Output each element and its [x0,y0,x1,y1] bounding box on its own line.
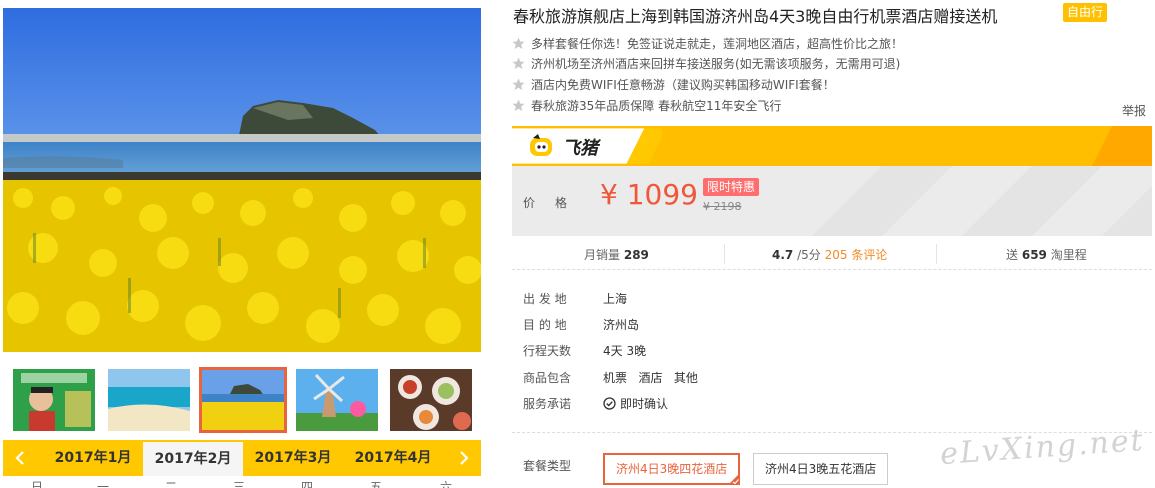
feature-text: 多样套餐任你选！免签证说走就走，莲洞地区酒店，超高性价比之旅！ [531,37,904,51]
next-month-arrow-icon[interactable] [453,447,475,469]
monthly-sales-value: 289 [623,248,649,262]
travel-type-badge: 自由行 [1063,3,1108,22]
miles-suffix: 淘里程 [1050,248,1087,262]
price-label: 价格 [523,196,588,210]
check-circle-icon [603,397,616,410]
departure-calendar: 2017年1月 2017年2月 2017年3月 2017年4月 日 一 二 三 … [3,440,481,488]
package-option[interactable]: 济州4日3晚五花酒店 [753,453,889,485]
month-tab-3[interactable]: 2017年4月 [343,440,443,476]
thumbnail-costumed-person[interactable] [13,369,95,431]
limited-time-deal-badge: 限时特惠 [703,178,760,196]
rating-value: 4.7 [772,248,794,262]
weekday-thu: 四 [300,480,313,488]
thumbnail-canola-field[interactable] [199,367,287,433]
spec-label: 目 的 地 [523,318,567,332]
spec-label: 行程天数 [523,344,572,358]
sales-stats: 月销量 289 4.7 /5分 205 条评论 送 659 淘里程 [512,238,1152,270]
banner-stripe-decoration [1092,126,1152,166]
star-icon [512,57,525,69]
stat-divider [936,244,937,264]
package-type-label: 套餐类型 [523,459,572,473]
thumbnail-windmill[interactable] [296,369,378,431]
rating-suffix: /5分 [797,248,821,262]
weekday-mon: 一 [96,480,109,488]
month-tab-1-active[interactable]: 2017年2月 [143,442,243,476]
thumbnail-strip [3,356,481,440]
monthly-sales-label: 月销量 [584,248,621,262]
stat-divider [724,244,725,264]
package-option-selected[interactable]: 济州4日3晚四花酒店 [603,453,741,485]
original-price: ¥ 2198 [703,200,742,213]
weekday-tue: 二 [164,480,177,488]
month-tab-bar: 2017年1月 2017年2月 2017年3月 2017年4月 [3,440,481,476]
package-option-label: 济州4日3晚五花酒店 [765,462,877,476]
miles-reward: 送 659 淘里程 [1006,246,1087,263]
weekday-header: 日 一 二 三 四 五 六 [3,476,481,488]
spec-value: 机票 酒店 其他 [603,371,698,385]
selected-check-icon [728,473,741,485]
star-icon [512,99,525,111]
product-gallery: 2017年1月 2017年2月 2017年3月 2017年4月 日 一 二 三 … [0,0,487,488]
package-option-label: 济州4日3晚四花酒店 [616,462,728,476]
platform-banner: 飞猪 [512,126,1152,166]
feature-text: 春秋旅游35年品质保障 春秋航空11年安全飞行 [531,99,782,113]
spec-label: 出 发 地 [523,292,567,306]
spec-value: 济州岛 [603,318,640,332]
spec-label: 服务承诺 [523,397,572,411]
spec-value: 即时确认 [620,397,669,411]
report-link[interactable]: 举报 [1122,102,1146,119]
thumbnail-beach[interactable] [108,369,190,431]
price-bg-pattern [812,166,1152,236]
price-section: 价格 ¥ 1099 限时特惠 ¥ 2198 [512,166,1152,236]
fliggy-pig-logo-icon [530,134,552,156]
month-tab-2[interactable]: 2017年3月 [243,440,343,476]
weekday-sat: 六 [439,480,452,488]
platform-name: 飞猪 [562,138,598,159]
miles-prefix: 送 [1006,248,1019,262]
miles-value: 659 [1021,248,1047,262]
feature-text: 酒店内免费WIFI任意畅游（建议购买韩国移动WIFI套餐！ [531,78,835,92]
rating: 4.7 /5分 205 条评论 [772,246,887,263]
current-price: ¥ 1099 [600,178,698,211]
spec-value: 4天 3晚 [603,344,647,358]
reviews-link[interactable]: 205 条评论 [825,248,888,262]
feature-text: 济州机场至济州酒店来回拼车接送服务(如无需该项服务，无需用可退) [531,57,901,71]
month-tab-0[interactable]: 2017年1月 [43,440,143,476]
spec-label: 商品包含 [523,371,572,385]
product-title: 春秋旅游旗舰店上海到韩国游济州岛4天3晚自由行机票酒店赠接送机 [513,7,998,26]
watermark: eLvXing.net [939,422,1146,473]
star-icon [512,78,525,90]
thumbnail-food-dishes[interactable] [390,369,472,431]
monthly-sales: 月销量 289 [584,246,649,263]
weekday-wed: 三 [232,480,245,488]
weekday-fri: 五 [369,480,382,488]
weekday-sun: 日 [30,480,43,488]
main-product-image [3,8,481,352]
star-icon [512,37,525,49]
previous-month-arrow-icon[interactable] [9,447,31,469]
spec-value: 上海 [603,292,628,306]
